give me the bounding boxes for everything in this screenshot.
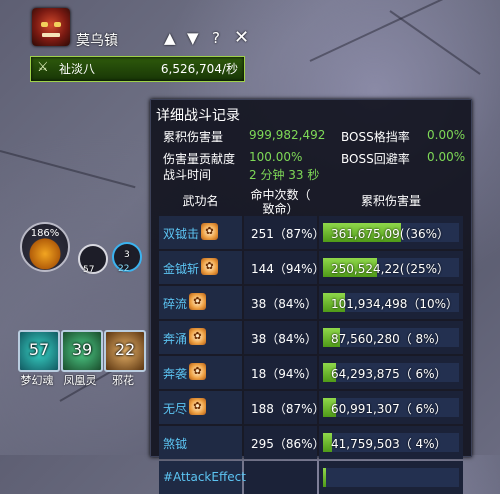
buff-timer: 39: [71, 340, 93, 359]
table-header: 武功名 命中次数（ 致命） 累积伤害量: [159, 188, 463, 216]
damage-value: 101,934,498（10%）: [331, 297, 459, 311]
paw-icon: ✿: [189, 293, 206, 310]
combo-dial: 186%: [20, 222, 70, 272]
block-rate-value: 0.00%: [427, 128, 466, 142]
floor-crack: [0, 150, 136, 189]
skill-name: 无尽: [163, 402, 188, 416]
combo-percent: 186%: [30, 228, 60, 239]
paw-icon: ✿: [189, 363, 206, 380]
buff-label: 凤凰灵: [63, 374, 97, 387]
buff-slot-2[interactable]: 39: [61, 330, 103, 372]
hit-count: 18（94%）: [251, 367, 317, 381]
damage-bar: [323, 468, 326, 487]
map-name: 莫乌镇: [76, 33, 118, 49]
close-icon[interactable]: ✕: [234, 29, 249, 47]
damage-value: 87,560,280（ 8%）: [331, 332, 447, 346]
hit-count: 188（87%）: [251, 402, 325, 416]
buff-timer: 57: [28, 340, 50, 359]
hit-count: 295（86%）: [251, 437, 325, 451]
damage-meter-widget: 莫乌镇 ▲ ▼ ? ✕ ⚔ 祉淡八 6,526,704/秒: [24, 6, 258, 84]
up-arrow-icon[interactable]: ▲: [164, 30, 176, 46]
block-rate-label: BOSS格挡率: [341, 130, 410, 144]
hit-count: 38（84%）: [251, 297, 317, 311]
damage-value: 64,293,875（ 6%）: [331, 367, 447, 381]
combat-time-label: 战斗时间: [163, 168, 212, 182]
table-row[interactable]: 煞钺 295（86%） 41,759,503（ 4%）: [159, 426, 463, 459]
damage-value: 250,524,22(（25%）: [331, 262, 450, 276]
hit-count: 251（87%）: [251, 227, 325, 241]
paw-icon: ✿: [201, 223, 218, 240]
col-damage[interactable]: 累积伤害量: [319, 192, 463, 209]
row-cell-bg: [244, 461, 317, 494]
col-hits-line2: 致命）: [262, 202, 299, 216]
hit-count: 144（94%）: [251, 262, 325, 276]
buff-label: 邪花: [112, 374, 134, 387]
boss-avatar: [32, 8, 70, 46]
contribution-label: 伤害量贡献度: [163, 152, 236, 166]
skill-name: 奔袭: [163, 367, 188, 381]
contribution-value: 100.00%: [249, 150, 303, 164]
attack-icon: ⚔: [37, 60, 49, 75]
combat-time-value: 2 分钟 33 秒: [249, 168, 320, 182]
avatar-eye: [41, 22, 48, 27]
evade-rate-value: 0.00%: [427, 150, 466, 164]
dps-bar[interactable]: ⚔ 祉淡八 6,526,704/秒: [30, 56, 245, 82]
evade-rate-label: BOSS回避率: [341, 152, 410, 166]
combat-log-panel: 详细战斗记录 累积伤害量 999,982,492 BOSS格挡率 0.00% 伤…: [150, 99, 472, 494]
table-row[interactable]: 奔涌 ✿ 38（84%） 87,560,280（ 8%）: [159, 321, 463, 354]
paw-icon: ✿: [189, 398, 206, 415]
hit-count: 38（84%）: [251, 332, 317, 346]
table-row[interactable]: 金钺斩 ✿ 144（94%） 250,524,22(（25%）: [159, 251, 463, 284]
cooldown-value: 57: [83, 265, 95, 275]
damage-value: 60,991,307（ 6%）: [331, 402, 447, 416]
skill-name: 碎流: [163, 297, 188, 311]
total-damage-value: 999,982,492: [249, 128, 326, 142]
table-row[interactable]: 奔袭 ✿ 18（94%） 64,293,875（ 6%）: [159, 356, 463, 389]
total-damage-label: 累积伤害量: [163, 130, 224, 144]
skill-name: 金钺斩: [163, 262, 200, 276]
col-skill[interactable]: 武功名: [159, 192, 242, 209]
panel-title: 详细战斗记录: [156, 108, 240, 124]
player-name: 祉淡八: [59, 62, 96, 76]
dropdown-icon[interactable]: ▼: [187, 30, 199, 46]
resource-top: 3: [124, 250, 130, 260]
help-icon[interactable]: ?: [212, 30, 220, 46]
skill-name: 煞钺: [163, 437, 188, 451]
paw-icon: ✿: [201, 258, 218, 275]
table-row[interactable]: 双钺击 ✿ 251（87%） 361,675,09(（36%）: [159, 216, 463, 249]
skill-name: 奔涌: [163, 332, 188, 346]
paw-icon: ✿: [189, 328, 206, 345]
table-row[interactable]: 碎流 ✿ 38（84%） 101,934,498（10%）: [159, 286, 463, 319]
skill-name: 双钺击: [163, 227, 200, 241]
table-row[interactable]: #AttackEffect: [159, 461, 463, 494]
buff-slot-3[interactable]: 22: [104, 330, 146, 372]
resource-bottom: 22: [118, 264, 130, 274]
avatar-eye: [54, 22, 61, 27]
damage-value: 41,759,503（ 4%）: [331, 437, 447, 451]
buff-label: 梦幻魂: [20, 374, 54, 387]
table-row[interactable]: 无尽 ✿ 188（87%） 60,991,307（ 6%）: [159, 391, 463, 424]
buff-timer: 22: [114, 340, 136, 359]
avatar-mouth: [42, 33, 60, 37]
floor-crack: [309, 0, 456, 62]
skill-name: #AttackEffect: [163, 470, 246, 484]
floor-crack: [389, 10, 481, 75]
damage-value: 361,675,09(（36%）: [331, 227, 450, 241]
damage-track: [323, 468, 459, 487]
buff-slot-1[interactable]: 57: [18, 330, 60, 372]
dps-value: 6,526,704/秒: [160, 62, 238, 76]
